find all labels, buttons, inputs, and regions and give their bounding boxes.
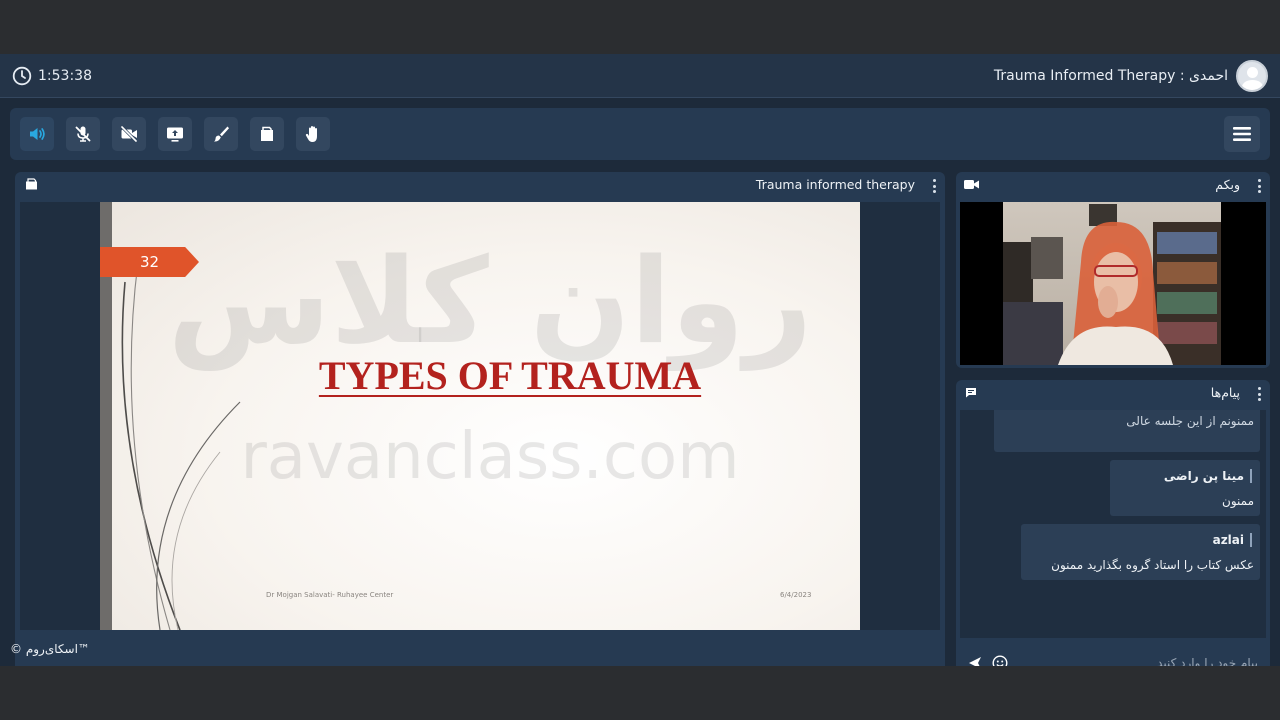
slide-number: 32 [100,247,199,277]
camera-off-icon [120,125,138,143]
file-icon [261,126,273,141]
bottom-letterbox [0,666,1280,720]
skyroom-app: 1:53:38 Trauma Informed Therapy : احمدی [0,54,1280,688]
presentation-panel: Trauma informed therapy روان کلاس ravanc… [15,172,945,688]
webcam-panel: وبکم [956,172,1270,368]
webcam-scene [1003,202,1221,365]
app-header: 1:53:38 Trauma Informed Therapy : احمدی [0,54,1280,98]
brush-icon [214,126,229,142]
webcam-title: وبکم [1215,177,1240,192]
user-avatar[interactable] [1236,60,1268,92]
hamburger-icon [1233,127,1251,141]
camera-button[interactable] [112,117,146,151]
mic-off-icon [75,126,91,142]
file-icon [26,178,37,190]
chat-panel: پیام‌ها ممنونم از این جلسه عالی مینا پن … [956,380,1270,686]
clock-icon [12,66,32,86]
speaker-button[interactable] [20,117,54,151]
menu-button[interactable] [1224,116,1260,152]
footer-brand: © اسکای‌روم™ [10,642,90,656]
hand-icon [305,126,317,142]
chat-message-text: عکس کتاب را استاد گروه بگذارید ممنون [1051,558,1254,572]
chat-message: azlai عکس کتاب را استاد گروه بگذارید ممن… [1021,524,1260,580]
screen-share-icon [167,127,183,142]
chat-message: ممنونم از این جلسه عالی [994,410,1260,452]
chat-message: مینا پن راضی ممنون [1110,460,1260,516]
microphone-button[interactable] [66,117,100,151]
presentation-panel-header: Trauma informed therapy [15,172,945,198]
presentation-title: Trauma informed therapy [755,177,915,192]
slide-watermark-en: ravanclass.com [240,420,740,494]
slide-footer-date: 6/4/2023 [780,591,812,599]
chat-panel-header: پیام‌ها [956,380,1270,406]
clock-text: 1:53:38 [38,68,92,84]
slide-title: TYPES OF TRAUMA [318,353,702,398]
chat-message-text: ممنون [1222,494,1254,508]
slide-footer-author: Dr Mojgan Salavati- Ruhayee Center [266,591,394,599]
chat-title: پیام‌ها [1210,385,1240,400]
session-title: Trauma Informed Therapy : احمدی [993,68,1228,84]
webcam-options-icon[interactable] [1258,179,1262,193]
chat-options-icon[interactable] [1258,387,1262,401]
screen-share-button[interactable] [158,117,192,151]
message-icon [966,388,976,398]
slide-watermark-fa: روان کلاس [167,232,813,370]
chat-message-sender: مینا پن راضی [1164,469,1252,483]
files-button[interactable] [250,117,284,151]
chat-message-sender: azlai [1213,533,1252,547]
session-info: Trauma Informed Therapy : احمدی [994,60,1268,92]
screen: 1:53:38 Trauma Informed Therapy : احمدی [0,0,1280,720]
speaker-icon [30,128,45,140]
chat-message-text: ممنونم از این جلسه عالی [1126,414,1254,428]
top-letterbox [0,0,1280,54]
chat-messages[interactable]: ممنونم از این جلسه عالی مینا پن راضی ممن… [960,410,1266,638]
whiteboard-button[interactable] [204,117,238,151]
toolbar [10,108,1270,160]
webcam-video [960,202,1266,365]
video-camera-icon [964,180,979,189]
slide: روان کلاس ravanclass.com 32 TYPES OF TRA… [100,202,860,630]
presentation-options-icon[interactable] [933,179,937,193]
session-timer: 1:53:38 [12,66,92,86]
webcam-panel-header: وبکم [956,172,1270,198]
raise-hand-button[interactable] [296,117,330,151]
presentation-viewport: روان کلاس ravanclass.com 32 TYPES OF TRA… [20,202,940,630]
